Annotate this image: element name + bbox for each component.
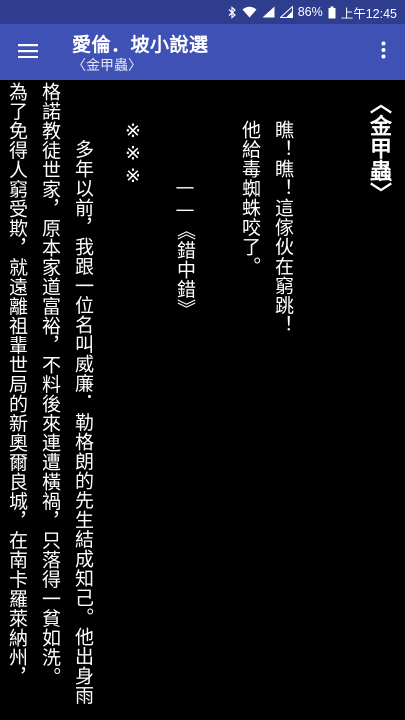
overflow-menu-button[interactable] (369, 34, 397, 70)
body-line-2: 格諾教徒世家，原本家道富裕，不料後來連遭橫禍，只落得一貧如洗。 (39, 82, 61, 687)
app-subtitle: 〈金甲蟲〉 (72, 58, 142, 74)
signal-icon (262, 6, 275, 18)
hamburger-menu-icon (18, 43, 38, 62)
battery-percent: 86% (297, 5, 323, 19)
more-vert-icon (381, 41, 386, 63)
status-bar: 86% 上午12:45 (0, 0, 405, 24)
signal-2-icon (279, 6, 293, 18)
section-separator: ※※※ (122, 120, 144, 188)
app-title: 愛倫．坡小說選 (72, 34, 209, 56)
epigraph-line-2: 他給毒蜘蛛咬了。 (239, 120, 261, 276)
app-bar: 愛倫．坡小說選 〈金甲蟲〉 (0, 24, 405, 80)
clock: 上午12:45 (340, 6, 397, 21)
epigraph-line-1: 瞧！瞧！這傢伙在窮跳！ (272, 120, 294, 335)
menu-button[interactable] (10, 34, 46, 70)
bluetooth-icon (228, 5, 237, 19)
epigraph-attribution: ——《錯中錯》 (174, 176, 196, 319)
wifi-icon (242, 6, 257, 18)
battery-icon (328, 6, 336, 19)
body-line-1: 多年以前，我跟一位名叫威廉．勒格朗的先生結成知己。他出身雨 (72, 120, 94, 706)
vertical-text-reader[interactable]: 〈金甲蟲〉 瞧！瞧！這傢伙在窮跳！ 他給毒蜘蛛咬了。 ——《錯中錯》 ※※※ 多… (0, 80, 405, 720)
chapter-title: 〈金甲蟲〉 (366, 92, 391, 205)
body-line-3: 為了免得人窮受欺，就遠離祖輩世局的新奧爾良城，在南卡羅萊納州， (6, 82, 28, 687)
